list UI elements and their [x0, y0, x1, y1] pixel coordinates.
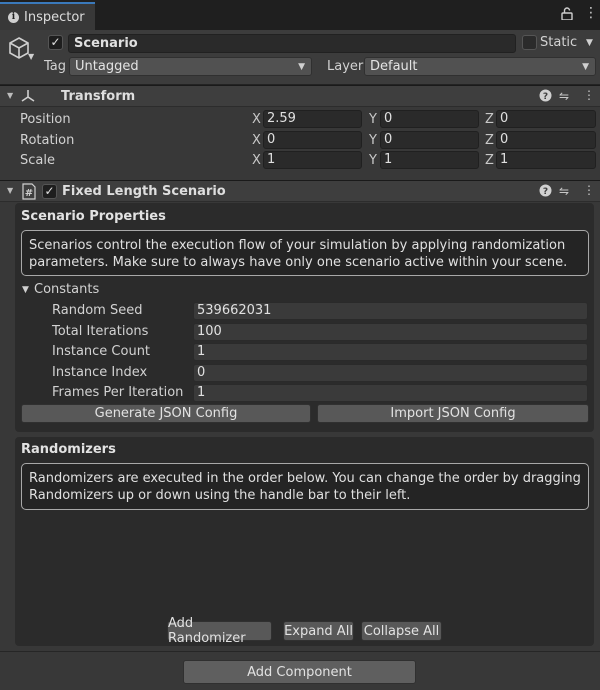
more-icon[interactable]: ⋮: [583, 183, 595, 197]
active-toggle[interactable]: ✓: [48, 35, 63, 50]
tab-title: Inspector: [24, 9, 85, 25]
instance-count-label: Instance Count: [52, 344, 151, 359]
svg-text:?: ?: [543, 92, 548, 102]
randomizers-panel: Randomizers Randomizers are executed in …: [15, 437, 594, 646]
kebab-menu-icon[interactable]: ⋮: [584, 6, 598, 20]
randomizers-title: Randomizers: [21, 442, 116, 457]
transform-title: Transform: [61, 89, 136, 104]
chevron-down-icon: ▼: [582, 61, 589, 72]
axis-y-label[interactable]: Y: [369, 153, 377, 168]
rotation-x-field[interactable]: 0: [263, 131, 362, 149]
scale-label: Scale: [20, 153, 55, 168]
frames-per-iteration-label: Frames Per Iteration: [52, 385, 184, 400]
layer-label: Layer: [327, 59, 364, 74]
collapse-all-button[interactable]: Collapse All: [361, 621, 442, 641]
frames-per-iteration-field[interactable]: 1: [193, 384, 588, 402]
rotation-y-field[interactable]: 0: [380, 131, 479, 149]
instance-index-field[interactable]: 0: [193, 364, 588, 382]
axis-x-label[interactable]: X: [252, 112, 261, 127]
script-hash-icon: #: [21, 183, 37, 204]
scenario-title: Fixed Length Scenario: [62, 184, 226, 199]
scale-z-field[interactable]: 1: [496, 151, 596, 169]
static-label: Static: [540, 35, 578, 50]
tab-inspector[interactable]: i Inspector: [0, 2, 95, 30]
lock-icon[interactable]: [561, 7, 573, 24]
axis-z-label[interactable]: Z: [485, 133, 494, 148]
presets-icon[interactable]: ⇋: [559, 89, 569, 103]
axis-z-label[interactable]: Z: [485, 153, 494, 168]
total-iterations-label: Total Iterations: [52, 324, 149, 339]
inspector-tab-bar: i Inspector ⋮: [0, 0, 600, 30]
axis-y-label[interactable]: Y: [369, 112, 377, 127]
help-icon[interactable]: ?: [539, 89, 552, 106]
object-header: ▼ ✓ Scenario Static ▼ Tag Untagged ▼ Lay…: [0, 30, 600, 85]
svg-text:#: #: [25, 188, 33, 199]
randomizers-help-box: Randomizers are executed in the order be…: [21, 463, 589, 510]
foldout-arrow-icon[interactable]: ▼: [7, 91, 13, 100]
scenario-properties-title: Scenario Properties: [21, 209, 166, 224]
chevron-down-icon: ▼: [298, 61, 305, 72]
add-randomizer-button[interactable]: Add Randomizer: [167, 616, 272, 646]
add-component-button[interactable]: Add Component: [183, 660, 416, 684]
static-dropdown-icon[interactable]: ▼: [586, 38, 593, 48]
position-z-field[interactable]: 0: [496, 110, 596, 128]
axis-x-label[interactable]: X: [252, 153, 261, 168]
help-icon[interactable]: ?: [539, 184, 552, 201]
import-json-config-button[interactable]: Import JSON Config: [317, 404, 589, 423]
layer-value: Default: [370, 59, 418, 74]
divider: [0, 651, 600, 652]
position-label: Position: [20, 112, 71, 127]
rotation-label: Rotation: [20, 133, 75, 148]
total-iterations-field[interactable]: 100: [193, 323, 588, 341]
rotation-z-field[interactable]: 0: [496, 131, 596, 149]
generate-json-config-button[interactable]: Generate JSON Config: [21, 404, 311, 423]
expand-all-button[interactable]: Expand All: [283, 621, 354, 641]
foldout-arrow-icon[interactable]: ▼: [7, 186, 13, 195]
position-y-field[interactable]: 0: [380, 110, 479, 128]
scale-x-field[interactable]: 1: [263, 151, 362, 169]
scenario-help-box: Scenarios control the execution flow of …: [21, 230, 589, 276]
random-seed-label: Random Seed: [52, 303, 143, 318]
scale-y-field[interactable]: 1: [380, 151, 479, 169]
static-toggle[interactable]: [522, 35, 537, 50]
constants-foldout-icon[interactable]: ▼: [22, 285, 29, 295]
random-seed-field[interactable]: 539662031: [193, 302, 588, 320]
transform-body: Position X 2.59 Y 0 Z 0 Rotation X 0 Y 0…: [0, 108, 600, 180]
presets-icon[interactable]: ⇋: [559, 184, 569, 198]
constants-label[interactable]: Constants: [34, 282, 99, 297]
tag-label: Tag: [44, 59, 67, 74]
axis-x-label[interactable]: X: [252, 133, 261, 148]
more-icon[interactable]: ⋮: [583, 88, 595, 102]
instance-index-label: Instance Index: [52, 365, 148, 380]
svg-text:?: ?: [543, 187, 548, 197]
object-name-field[interactable]: Scenario: [68, 34, 516, 53]
instance-count-field[interactable]: 1: [193, 343, 588, 361]
layer-dropdown[interactable]: Default ▼: [364, 57, 596, 76]
scenario-properties-panel: Scenario Properties Scenarios control th…: [15, 203, 594, 432]
icon-dropdown-icon[interactable]: ▼: [28, 52, 34, 61]
axis-z-label[interactable]: Z: [485, 112, 494, 127]
tag-value: Untagged: [75, 59, 139, 74]
position-x-field[interactable]: 2.59: [263, 110, 362, 128]
tag-dropdown[interactable]: Untagged ▼: [69, 57, 312, 76]
axis-y-label[interactable]: Y: [369, 133, 377, 148]
transform-axes-icon: [20, 88, 36, 108]
info-icon: i: [8, 11, 19, 23]
transform-header[interactable]: ▼ Transform ? ⇋ ⋮: [0, 85, 600, 107]
component-enabled-toggle[interactable]: ✓: [42, 184, 57, 199]
scenario-component-header[interactable]: ▼ # ✓ Fixed Length Scenario ? ⇋ ⋮: [0, 180, 600, 202]
